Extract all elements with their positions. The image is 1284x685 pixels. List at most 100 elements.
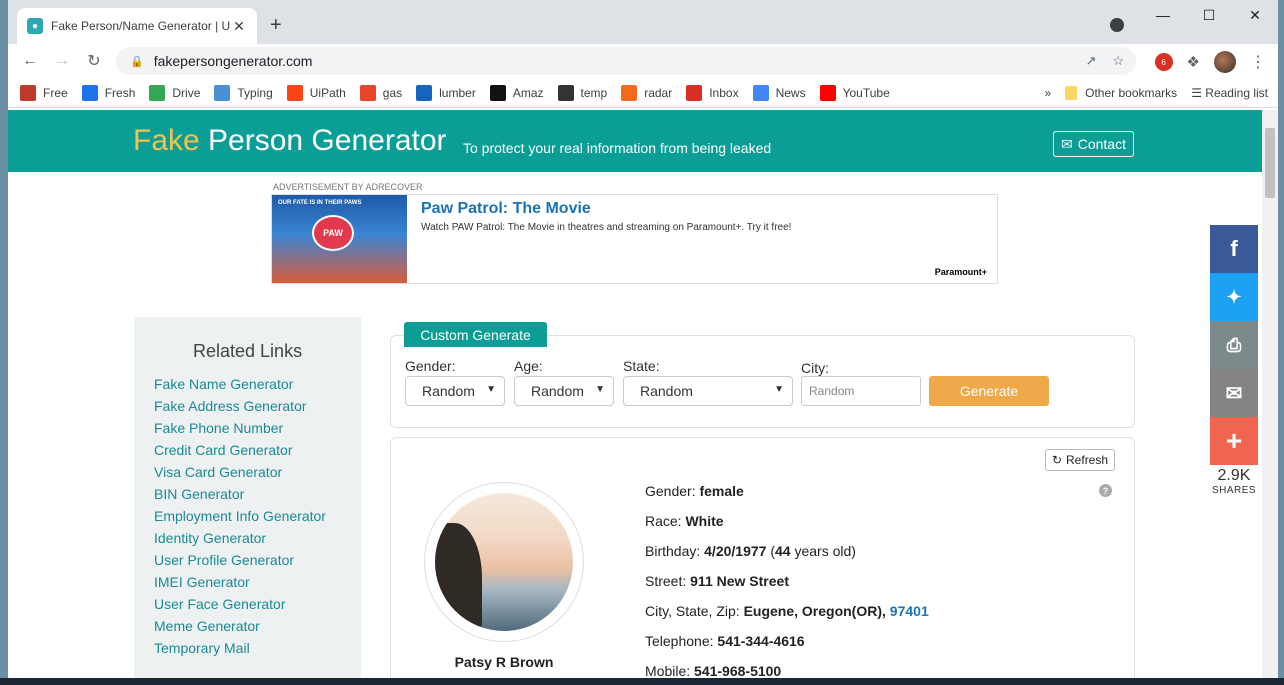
city-input[interactable]: Random bbox=[801, 376, 921, 406]
maximize-icon[interactable]: ☐ bbox=[1186, 0, 1232, 30]
lock-icon[interactable]: 🔒 bbox=[130, 55, 144, 68]
related-link[interactable]: Visa Card Generator bbox=[154, 464, 326, 486]
news-icon bbox=[752, 84, 769, 101]
related-link[interactable]: User Face Generator bbox=[154, 596, 326, 618]
facebook-share-icon[interactable]: f bbox=[1210, 225, 1258, 273]
related-link[interactable]: Credit Card Generator bbox=[154, 442, 326, 464]
bookmark-news[interactable]: News bbox=[752, 84, 806, 101]
help-icon[interactable]: ? bbox=[1099, 484, 1112, 497]
bookmark-inbox[interactable]: Inbox bbox=[686, 84, 739, 101]
age-select[interactable]: Random ▼ bbox=[514, 376, 614, 406]
reading-list-icon: ☰ bbox=[1191, 86, 1202, 100]
minimize-icon[interactable]: — bbox=[1140, 0, 1186, 30]
more-bookmarks-icon[interactable]: » bbox=[1044, 86, 1051, 100]
age-select-value: Random bbox=[531, 383, 584, 399]
bookmark-gas[interactable]: gas bbox=[359, 84, 402, 101]
related-links-title: Related Links bbox=[193, 341, 303, 361]
related-link[interactable]: Fake Address Generator bbox=[154, 398, 326, 420]
gender-value: female bbox=[699, 483, 744, 499]
fresh-icon bbox=[81, 84, 98, 101]
race-row: Race: White bbox=[645, 513, 929, 543]
scrollbar-thumb[interactable] bbox=[1265, 128, 1275, 198]
person-name: Patsy R Brown bbox=[454, 654, 554, 670]
back-icon[interactable]: ← bbox=[14, 52, 46, 70]
ad-image[interactable]: OUR FATE IS IN THEIR PAWS PAW bbox=[272, 195, 407, 283]
other-bookmarks[interactable]: Other bookmarks bbox=[1065, 86, 1177, 101]
reading-list[interactable]: ☰ Reading list bbox=[1191, 86, 1268, 100]
close-tab-icon[interactable]: ✕ bbox=[231, 18, 247, 35]
browser-toolbar: ← → ↻ 🔒 fakepersongenerator.com ↗ ☆ 6 ❖ … bbox=[8, 44, 1278, 78]
tab-title: Fake Person/Name Generator | U bbox=[51, 19, 231, 33]
advertisement[interactable]: OUR FATE IS IN THEIR PAWS PAW Paw Patrol… bbox=[271, 194, 998, 284]
new-tab-icon[interactable]: + bbox=[270, 14, 282, 37]
related-link[interactable]: Meme Generator bbox=[154, 618, 326, 640]
os-taskbar bbox=[0, 678, 1284, 685]
related-links-list: Fake Name Generator Fake Address Generato… bbox=[154, 376, 326, 662]
bookmark-label: Drive bbox=[172, 85, 201, 100]
bookmark-lumber[interactable]: lumber bbox=[416, 84, 476, 101]
bookmark-label: temp bbox=[580, 85, 608, 100]
related-link[interactable]: Fake Name Generator bbox=[154, 376, 326, 398]
bookmark-typing[interactable]: Typing bbox=[214, 84, 273, 101]
related-link[interactable]: Fake Phone Number bbox=[154, 420, 326, 442]
tab-search-icon[interactable] bbox=[1110, 18, 1124, 32]
bookmark-youtube[interactable]: YouTube bbox=[819, 84, 890, 101]
extensions-puzzle-icon[interactable]: ❖ bbox=[1187, 53, 1200, 71]
bookmark-drive[interactable]: Drive bbox=[149, 84, 201, 101]
zip-link[interactable]: 97401 bbox=[890, 603, 929, 619]
twitter-share-icon[interactable]: ✦ bbox=[1210, 273, 1258, 321]
bookmark-temp[interactable]: temp bbox=[557, 84, 608, 101]
related-link[interactable]: User Profile Generator bbox=[154, 552, 326, 574]
bookmark-amaz[interactable]: Amaz bbox=[489, 84, 544, 101]
extension-badge: 6 bbox=[1161, 57, 1166, 67]
generate-button[interactable]: Generate bbox=[929, 376, 1049, 406]
refresh-label: Refresh bbox=[1066, 453, 1109, 467]
share-page-icon[interactable]: ↗ bbox=[1085, 53, 1096, 69]
extension-icon[interactable]: 6 bbox=[1154, 53, 1173, 71]
address-bar[interactable]: 🔒 fakepersongenerator.com ↗ ☆ bbox=[116, 47, 1136, 75]
ad-title[interactable]: Paw Patrol: The Movie bbox=[421, 200, 591, 218]
bookmark-fresh[interactable]: Fresh bbox=[81, 84, 135, 101]
related-link[interactable]: Identity Generator bbox=[154, 530, 326, 552]
custom-generate-tab[interactable]: Custom Generate bbox=[404, 322, 547, 347]
bookmark-label: Typing bbox=[237, 85, 273, 100]
related-link[interactable]: Temporary Mail bbox=[154, 640, 326, 662]
page-scrollbar[interactable] bbox=[1262, 110, 1278, 680]
paw-patrol-logo-icon: PAW bbox=[312, 215, 354, 251]
gender-select-value: Random bbox=[422, 383, 475, 399]
menu-kebab-icon[interactable]: ⋮ bbox=[1250, 52, 1266, 72]
more-share-icon[interactable]: + bbox=[1210, 417, 1258, 465]
related-link[interactable]: Employment Info Generator bbox=[154, 508, 326, 530]
site-logo[interactable]: Fake Person Generator bbox=[133, 124, 447, 158]
state-select[interactable]: Random ▼ bbox=[623, 376, 793, 406]
radar-icon bbox=[621, 84, 638, 101]
forward-icon[interactable]: → bbox=[46, 52, 78, 70]
related-links-sidebar: Related Links Fake Name Generator Fake Ad… bbox=[134, 317, 361, 680]
bookmark-uipath[interactable]: UiPath bbox=[286, 84, 346, 101]
street-row: Street: 911 New Street bbox=[645, 573, 929, 603]
site-tagline: To protect your real information from be… bbox=[463, 140, 772, 156]
profile-avatar[interactable] bbox=[1214, 51, 1236, 73]
other-bookmarks-label: Other bookmarks bbox=[1085, 85, 1178, 100]
chevron-down-icon: ▼ bbox=[595, 384, 605, 395]
contact-label: Contact bbox=[1077, 136, 1126, 152]
print-share-icon[interactable]: ⎙ bbox=[1210, 321, 1258, 369]
bookmark-radar[interactable]: radar bbox=[621, 84, 672, 101]
related-link[interactable]: BIN Generator bbox=[154, 486, 326, 508]
reload-icon[interactable]: ↻ bbox=[78, 51, 110, 71]
birthday-value: 4/20/1977 bbox=[704, 543, 767, 559]
related-link[interactable]: IMEI Generator bbox=[154, 574, 326, 596]
url-text[interactable]: fakepersongenerator.com bbox=[154, 53, 313, 69]
bookmark-star-icon[interactable]: ☆ bbox=[1112, 53, 1124, 69]
bookmarks-bar: Free Fresh Drive Typing UiPath gas lumber Amaz t… bbox=[8, 78, 1278, 108]
email-share-icon[interactable]: ✉ bbox=[1210, 369, 1258, 417]
drive-icon bbox=[149, 84, 166, 101]
age-suffix: years old) bbox=[794, 543, 856, 559]
contact-button[interactable]: ✉ Contact bbox=[1053, 131, 1134, 157]
bookmark-free[interactable]: Free bbox=[20, 84, 68, 101]
tab-bar: ● Fake Person/Name Generator | U ✕ + — ☐… bbox=[8, 0, 1278, 44]
gender-select[interactable]: Random ▼ bbox=[405, 376, 505, 406]
refresh-button[interactable]: ↻ Refresh bbox=[1045, 449, 1115, 471]
browser-tab[interactable]: ● Fake Person/Name Generator | U ✕ bbox=[17, 8, 257, 44]
close-window-icon[interactable]: ✕ bbox=[1232, 0, 1278, 30]
